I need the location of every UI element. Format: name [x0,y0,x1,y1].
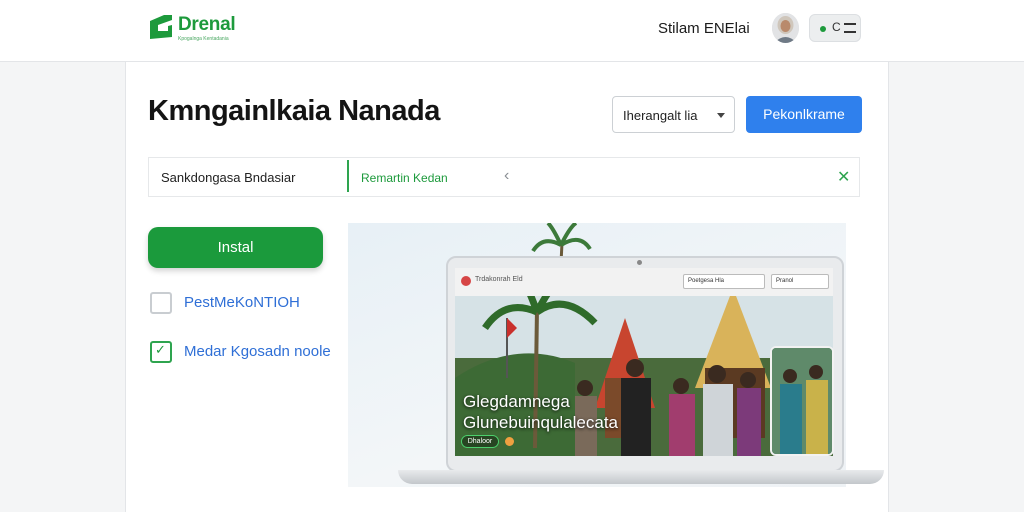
app-name[interactable]: Drenal [178,14,236,36]
theme-toggle[interactable]: C [809,14,861,42]
close-icon[interactable]: ✕ [837,167,850,187]
select-value: Iherangalt lia [623,108,698,123]
chevron-down-icon [717,113,725,118]
screen-search-field: Poetgesa Hla [683,274,765,289]
toggle-label: C [832,20,841,34]
option2-checkbox[interactable]: ✓ [150,341,172,363]
tab-active-indicator [347,160,349,192]
status-dot-icon [820,26,826,32]
screen-header: Trdakonrah Eld Poetgesa Hla Pranol [455,268,833,296]
logo-icon[interactable] [148,13,174,41]
overlay-line-2: Glunebuinqulalecata [463,413,619,432]
install-button[interactable]: Instal [148,227,323,268]
avatar[interactable] [772,13,799,43]
language-select[interactable]: Iherangalt lia [612,96,735,133]
check-icon: ✓ [155,342,166,357]
overlay-dot-icon [505,437,514,446]
overlay-line-1: Glegdamnega [463,392,570,411]
phone-photo [772,348,832,454]
phone-mockup [770,346,834,456]
primary-action-button[interactable]: Pekonlkrame [746,96,862,133]
page-title: Kmngainlkaia Nanada [148,95,440,127]
tab-second[interactable]: Remartin Kedan [361,171,448,185]
laptop-base [398,470,884,484]
preview-overlay-title: Glegdamnega Glunebuinqulalecata [463,391,618,433]
camera-icon [637,260,642,265]
option2-label[interactable]: Medar Kgosadn noole [184,343,331,360]
tab-bar: Sankdongasa Bndasiar Remartin Kedan ‹ ✕ [148,157,860,197]
option1-checkbox[interactable] [150,292,172,314]
app-tagline: Kpogalnga Kentadania [178,36,229,42]
chevron-left-icon[interactable]: ‹ [504,167,509,185]
screen-logo-icon [461,276,471,286]
avatar-image [772,13,799,43]
top-bar: Drenal Kpogalnga Kentadania Stilam ENEla… [0,0,1024,62]
option1-label[interactable]: PestMeKoNTIOH [184,294,300,311]
user-name[interactable]: Stilam ENElai [658,20,750,37]
overlay-chip: Dhaloor [461,435,499,448]
screen-select-field: Pranol [771,274,829,289]
menu-icon [844,23,856,33]
tab-first[interactable]: Sankdongasa Bndasiar [161,170,295,185]
screen-title: Trdakonrah Eld [475,276,523,283]
